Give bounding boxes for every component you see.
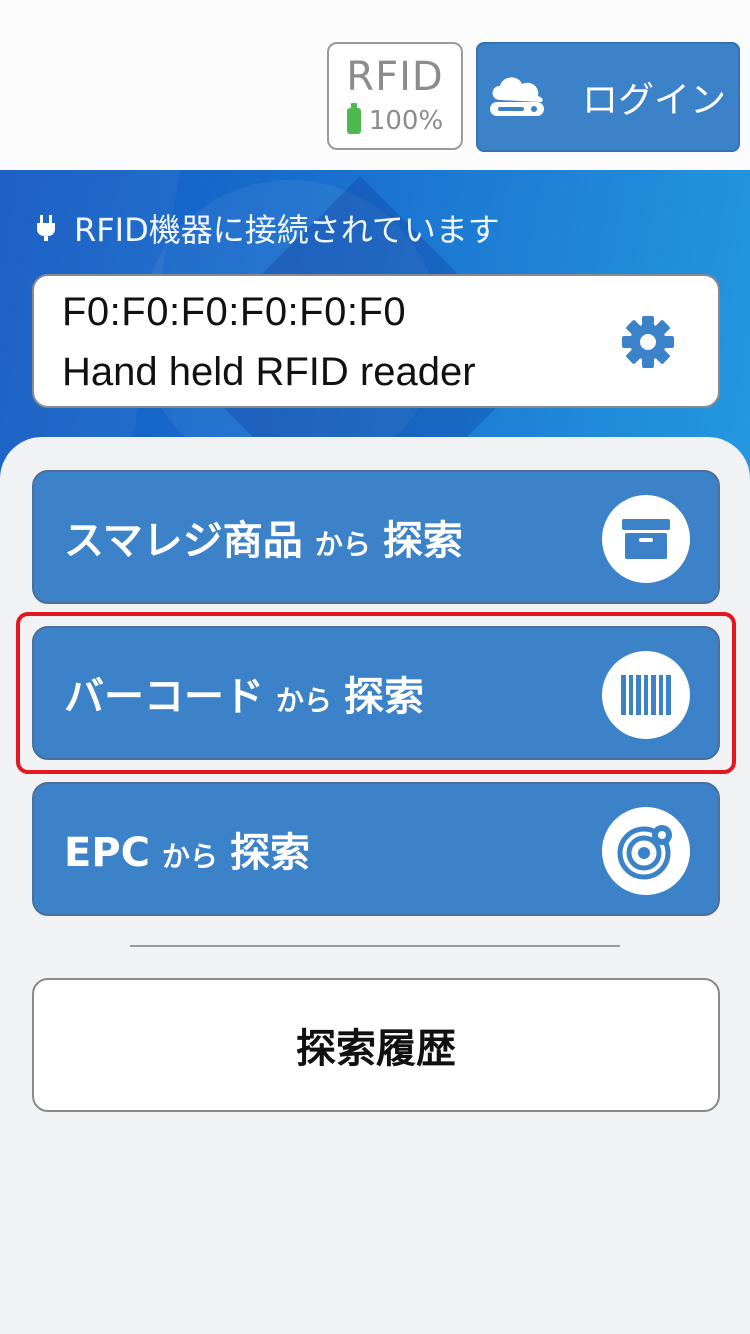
search-by-smaregi-product-button[interactable]: スマレジ商品 から 探索 <box>32 470 720 604</box>
connection-status: RFID機器に接続されています <box>36 205 500 251</box>
device-name: Hand held RFID reader <box>62 350 476 394</box>
device-card: F0:F0:F0:F0:F0:F0 Hand held RFID reader <box>32 274 720 408</box>
battery-icon <box>346 103 361 134</box>
radar-target-icon <box>602 807 690 895</box>
battery-row: 100% <box>329 103 461 136</box>
device-mac-address: F0:F0:F0:F0:F0:F0 <box>62 290 407 334</box>
search-history-button[interactable]: 探索履歴 <box>32 978 720 1112</box>
search-history-label: 探索履歴 <box>296 1026 456 1072</box>
plug-icon <box>37 215 55 241</box>
gear-icon[interactable] <box>620 314 676 370</box>
selection-highlight <box>16 612 736 774</box>
login-label: ログイン <box>582 80 727 121</box>
rfid-status-badge: RFID 100% <box>327 42 463 150</box>
connection-status-text: RFID機器に接続されています <box>74 211 500 249</box>
cloud-drive-icon <box>490 77 544 116</box>
search-by-epc-button[interactable]: EPC から 探索 <box>32 782 720 916</box>
menu-item-label: EPC から 探索 <box>64 830 311 876</box>
divider <box>130 945 620 947</box>
login-button[interactable]: ログイン <box>476 42 740 152</box>
top-bar: RFID 100% ログイン <box>0 0 750 170</box>
archive-box-icon <box>602 495 690 583</box>
menu-item-label: スマレジ商品 から 探索 <box>64 518 463 564</box>
battery-percent: 100% <box>368 106 444 136</box>
rfid-label: RFID <box>346 54 444 100</box>
